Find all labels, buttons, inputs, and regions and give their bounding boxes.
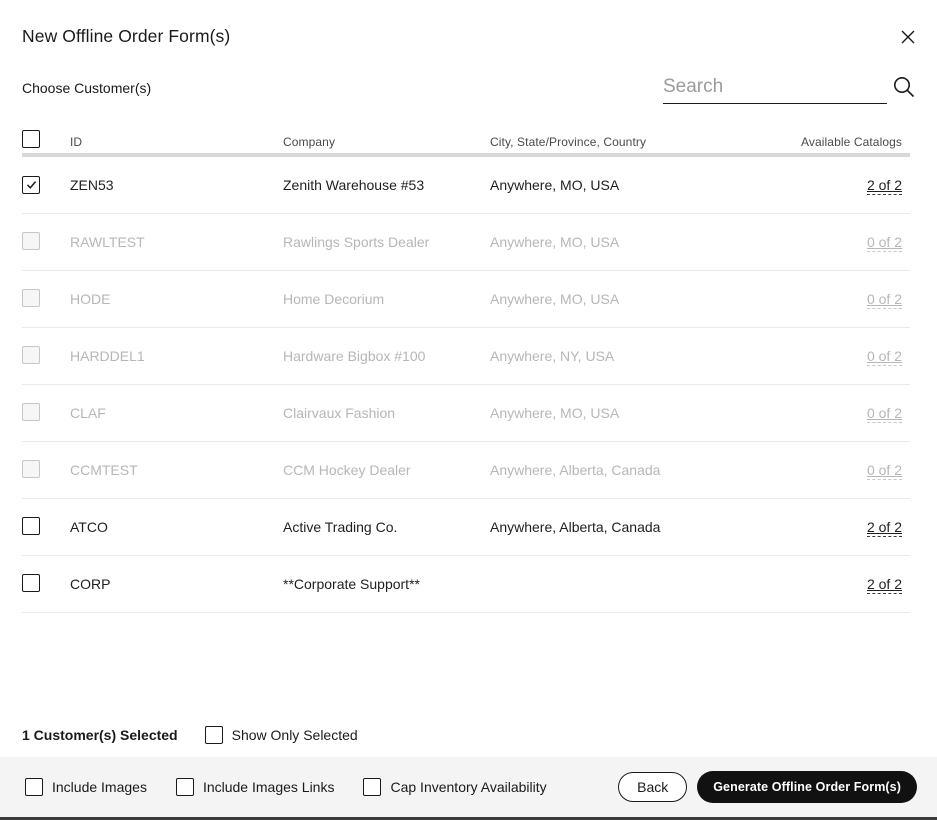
- choose-customers-label: Choose Customer(s): [22, 80, 152, 96]
- table-row: HARDDEL1 Hardware Bigbox #100 Anywhere, …: [22, 328, 910, 385]
- show-only-selected-label: Show Only Selected: [231, 727, 358, 743]
- row-checkbox: [22, 402, 40, 421]
- available-catalogs-link: 0 of 2: [866, 291, 902, 309]
- customer-city: Anywhere, Alberta, Canada: [490, 462, 661, 478]
- customer-id: CLAF: [70, 405, 106, 421]
- table-row: ATCO Active Trading Co. Anywhere, Albert…: [22, 499, 910, 556]
- available-catalogs-link[interactable]: 2 of 2: [866, 519, 902, 537]
- search-field: [663, 70, 916, 106]
- available-catalogs-link: 0 of 2: [866, 234, 902, 252]
- page-title: New Offline Order Form(s): [22, 26, 231, 46]
- include-images-links-label: Include Images Links: [202, 779, 335, 795]
- row-checkbox[interactable]: [22, 516, 40, 535]
- row-checkbox: [22, 288, 40, 307]
- column-header-catalogs: Available Catalogs: [801, 134, 902, 149]
- available-catalogs-link: 0 of 2: [866, 348, 902, 366]
- customer-city: Anywhere, MO, USA: [490, 291, 620, 307]
- table-row: CCMTEST CCM Hockey Dealer Anywhere, Albe…: [22, 442, 910, 499]
- customer-table: ID Company City, State/Province, Country…: [22, 130, 910, 613]
- table-row: HODE Home Decorium Anywhere, MO, USA 0 o…: [22, 271, 910, 328]
- customer-id: RAWLTEST: [70, 234, 145, 250]
- include-images-links-checkbox[interactable]: [175, 778, 194, 796]
- table-header-row: ID Company City, State/Province, Country…: [22, 130, 910, 153]
- row-checkbox: [22, 345, 40, 364]
- table-body: ZEN53 Zenith Warehouse #53 Anywhere, MO,…: [22, 157, 910, 613]
- cap-inventory-checkbox[interactable]: [363, 778, 382, 796]
- row-checkbox[interactable]: [22, 573, 40, 592]
- customer-id: CORP: [70, 576, 111, 592]
- customer-id: HODE: [70, 291, 111, 307]
- selection-footer: 1 Customer(s) Selected Show Only Selecte…: [22, 726, 358, 744]
- generate-offline-order-form-button[interactable]: Generate Offline Order Form(s): [697, 771, 917, 803]
- row-checkbox[interactable]: [22, 175, 40, 194]
- customer-company: Clairvaux Fashion: [283, 405, 396, 421]
- table-row: CLAF Clairvaux Fashion Anywhere, MO, USA…: [22, 385, 910, 442]
- search-input[interactable]: [663, 70, 887, 104]
- available-catalogs-link[interactable]: 2 of 2: [866, 177, 902, 195]
- action-bar: Include Images Include Images Links Cap …: [0, 757, 937, 820]
- customer-id: HARDDEL1: [70, 348, 145, 364]
- customer-city: Anywhere, MO, USA: [490, 234, 620, 250]
- column-header-id: ID: [70, 134, 83, 149]
- column-header-city: City, State/Province, Country: [490, 134, 647, 149]
- include-images-links-option: Include Images Links: [175, 778, 335, 796]
- available-catalogs-link: 0 of 2: [866, 462, 902, 480]
- customer-company: Active Trading Co.: [283, 519, 398, 535]
- customer-id: CCMTEST: [70, 462, 138, 478]
- include-images-label: Include Images: [52, 779, 147, 795]
- back-button[interactable]: Back: [618, 772, 688, 802]
- customer-company: Zenith Warehouse #53: [283, 177, 425, 193]
- customer-city: Anywhere, NY, USA: [490, 348, 615, 364]
- customer-city: Anywhere, MO, USA: [490, 177, 620, 193]
- show-only-selected-checkbox[interactable]: [204, 726, 223, 744]
- customer-id: ZEN53: [70, 177, 114, 193]
- table-row: RAWLTEST Rawlings Sports Dealer Anywhere…: [22, 214, 910, 271]
- available-catalogs-link[interactable]: 2 of 2: [866, 576, 902, 594]
- table-row: CORP **Corporate Support** 2 of 2: [22, 556, 910, 613]
- row-checkbox: [22, 231, 40, 250]
- column-header-company: Company: [283, 134, 336, 149]
- available-catalogs-link: 0 of 2: [866, 405, 902, 423]
- select-all-checkbox[interactable]: [22, 130, 40, 148]
- search-button[interactable]: [892, 75, 916, 99]
- customer-city: Anywhere, MO, USA: [490, 405, 620, 421]
- include-images-option: Include Images: [25, 778, 147, 796]
- table-row: ZEN53 Zenith Warehouse #53 Anywhere, MO,…: [22, 157, 910, 214]
- customer-company: Hardware Bigbox #100: [283, 348, 426, 364]
- close-icon: [900, 29, 916, 48]
- customer-id: ATCO: [70, 519, 108, 535]
- cap-inventory-option: Cap Inventory Availability: [363, 778, 547, 796]
- customer-city: Anywhere, Alberta, Canada: [490, 519, 661, 535]
- action-bar-buttons: Back Generate Offline Order Form(s): [618, 771, 917, 803]
- customer-company: Rawlings Sports Dealer: [283, 234, 430, 250]
- include-images-checkbox[interactable]: [25, 778, 43, 796]
- cap-inventory-label: Cap Inventory Availability: [390, 779, 547, 795]
- customer-company: **Corporate Support**: [283, 576, 420, 592]
- search-icon: [892, 77, 916, 102]
- customer-company: Home Decorium: [283, 291, 385, 307]
- selected-count-label: 1 Customer(s) Selected: [22, 727, 178, 743]
- close-button[interactable]: [898, 28, 918, 48]
- row-checkbox: [22, 459, 40, 478]
- customer-company: CCM Hockey Dealer: [283, 462, 411, 478]
